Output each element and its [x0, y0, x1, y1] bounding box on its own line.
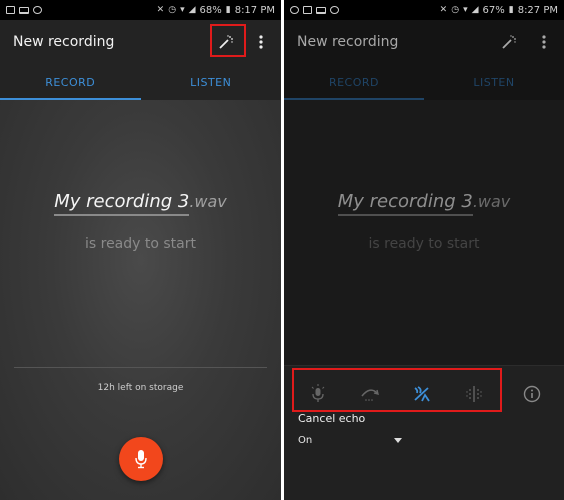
clock: 8:27 PM: [517, 4, 558, 16]
more-vert-icon: [259, 35, 263, 49]
laptop-icon: [19, 6, 29, 14]
highlight-box: [292, 368, 502, 412]
info-icon: [523, 385, 541, 403]
effects-button[interactable]: [498, 31, 520, 53]
left-screen: ✕ ◷ ▾ ◢ 68% ▮ 8:17 PM New recording RECO…: [0, 0, 281, 500]
divider: [14, 367, 267, 368]
effect-value-dropdown[interactable]: On: [298, 431, 402, 449]
app-title: New recording: [13, 34, 115, 50]
file-extension: .wav: [472, 192, 511, 211]
laptop-icon: [316, 6, 326, 14]
battery-icon: ▮: [225, 5, 231, 15]
recording-area: My recording 3.wav is ready to start 12h…: [0, 100, 281, 500]
screenshot-icon: [330, 6, 339, 14]
dropdown-arrow-icon: [394, 437, 402, 443]
gallery-icon: [303, 6, 312, 14]
status-bar: ✕ ◷ ▾ ◢ 68% ▮ 8:17 PM: [0, 0, 281, 20]
wifi-icon: ▾: [180, 5, 185, 15]
app-title: New recording: [297, 34, 399, 50]
battery-icon: ▮: [508, 5, 514, 15]
tab-listen[interactable]: LISTEN: [141, 64, 282, 100]
right-screen: ✕ ◷ ▾ ◢ 67% ▮ 8:27 PM New recording RECO…: [284, 0, 564, 500]
tab-record[interactable]: RECORD: [284, 64, 424, 100]
effect-value: On: [298, 434, 313, 446]
tab-bar: RECORD LISTEN: [0, 64, 281, 100]
filename-input[interactable]: My recording 3: [337, 191, 473, 216]
signal-icon: ◢: [188, 5, 196, 15]
tab-listen[interactable]: LISTEN: [424, 64, 564, 100]
mute-icon: ✕: [439, 5, 448, 15]
more-options-button[interactable]: [251, 31, 271, 53]
app-bar: New recording: [284, 20, 564, 64]
file-extension: .wav: [189, 192, 227, 211]
filename-input[interactable]: My recording 3: [54, 191, 190, 216]
effects-sheet: Cancel echo On: [284, 365, 564, 500]
filename-row: My recording 3.wav: [284, 191, 564, 216]
highlight-box: [210, 24, 246, 57]
ready-text: is ready to start: [368, 236, 480, 252]
more-options-button[interactable]: [534, 31, 554, 53]
tab-record[interactable]: RECORD: [0, 64, 141, 100]
screenshot-icon: [33, 6, 42, 14]
microphone-icon: [135, 450, 147, 469]
wifi-icon: ▾: [463, 5, 468, 15]
filename-row: My recording 3.wav: [0, 191, 281, 216]
app-bar: New recording: [0, 20, 281, 64]
battery-percent: 68%: [199, 4, 222, 16]
clock: 8:17 PM: [234, 4, 275, 16]
mute-icon: ✕: [156, 5, 165, 15]
storage-text: 12h left on storage: [97, 383, 184, 393]
signal-icon: ◢: [471, 5, 479, 15]
gallery-icon: [6, 6, 15, 14]
info-button[interactable]: [516, 378, 548, 410]
alarm-icon: ◷: [168, 5, 177, 15]
magic-wand-icon: [502, 35, 516, 49]
status-bar: ✕ ◷ ▾ ◢ 67% ▮ 8:27 PM: [284, 0, 564, 20]
alarm-icon: ◷: [451, 5, 460, 15]
battery-percent: 67%: [482, 4, 505, 16]
tab-bar: RECORD LISTEN: [284, 64, 564, 100]
more-vert-icon: [542, 35, 546, 49]
whatsapp-icon: [290, 6, 299, 14]
ready-text: is ready to start: [84, 236, 196, 252]
record-button[interactable]: [119, 437, 163, 481]
effect-label: Cancel echo: [298, 412, 366, 425]
